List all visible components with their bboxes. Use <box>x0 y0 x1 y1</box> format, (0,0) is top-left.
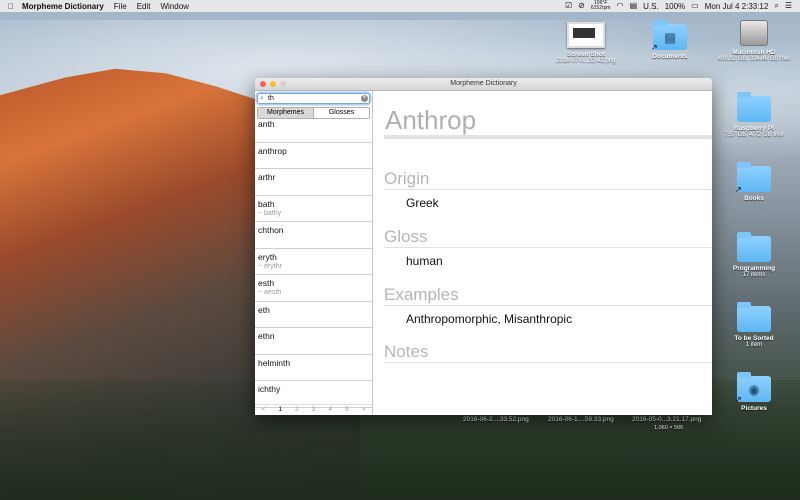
clear-search-icon[interactable]: × <box>361 95 368 102</box>
list-item[interactable]: arthr <box>255 169 372 196</box>
term-divider <box>384 135 712 139</box>
desktop-raspberry-pi[interactable]: Raspberry Pi 7.57 GB, 4.72 GB free <box>714 92 794 138</box>
term-heading: Anthrop <box>385 105 477 135</box>
pictures-folder-icon: ◉ ↗ <box>735 372 771 404</box>
search-value: th <box>268 95 274 102</box>
origin-value: Greek <box>406 196 439 210</box>
desktop-file-3[interactable]: 2016-05-0...3.21.17.png <box>632 416 701 423</box>
clock[interactable]: Mon Jul 4 2:33:12 <box>705 2 769 11</box>
list-item[interactable]: ethn <box>255 328 372 355</box>
examples-value: Anthropomorphic, Misanthropic <box>406 312 573 326</box>
list-item[interactable]: chthon <box>255 222 372 249</box>
rpm-readout: 6152rpm <box>590 5 611 11</box>
list-item[interactable]: bath ~ bathy <box>255 196 372 222</box>
minimize-window-button[interactable] <box>270 81 276 87</box>
desktop-file-1[interactable]: 2016-06-2....33.52.png <box>463 416 529 423</box>
desktop:  Morpheme Dictionary File Edit Window ☑… <box>0 0 800 500</box>
list-item[interactable]: esth ~ aesth <box>255 275 372 302</box>
wifi-icon[interactable]: ◠ <box>617 1 624 11</box>
examples-section: Examples Anthropomorphic, Misanthropic <box>384 285 712 326</box>
screenshot-thumbnail-icon <box>567 22 605 48</box>
desktop-file-2[interactable]: 2016-06-1....59.33.png <box>548 416 614 423</box>
morpheme-dictionary-window: Morpheme Dictionary ⌕ th × Morphemes Glo… <box>255 78 712 415</box>
list-item[interactable]: eth <box>255 302 372 328</box>
hard-drive-icon <box>740 20 768 46</box>
app-menu[interactable]: Morpheme Dictionary <box>22 2 104 11</box>
window-title: Morpheme Dictionary <box>450 80 517 87</box>
notes-section: Notes <box>384 342 712 369</box>
page-2-button[interactable]: 2 <box>295 405 299 415</box>
gloss-section: Gloss human <box>384 227 712 268</box>
window-titlebar[interactable]: Morpheme Dictionary <box>255 78 712 91</box>
origin-section: Origin Greek <box>384 169 712 210</box>
close-window-button[interactable] <box>260 81 266 87</box>
list-item[interactable]: helminth <box>255 355 372 381</box>
desktop-documents[interactable]: ▤ ↗ Documents <box>630 20 710 60</box>
origin-heading: Origin <box>384 169 712 190</box>
list-item[interactable]: anthrop <box>255 143 372 169</box>
desktop-file-3-dimensions: 1,060 × 506 <box>654 425 684 431</box>
search-icon: ⌕ <box>260 95 264 102</box>
drive-folder-icon <box>737 92 771 122</box>
page-1-button[interactable]: 1 <box>278 405 282 415</box>
examples-heading: Examples <box>384 285 712 306</box>
input-source[interactable]: U.S. <box>643 2 659 11</box>
zoom-window-button[interactable] <box>280 81 286 87</box>
battery-icon[interactable]: ▭ <box>691 1 699 11</box>
programming-folder-icon <box>737 232 771 262</box>
edit-menu[interactable]: Edit <box>137 2 151 11</box>
pagination: < 1 2 3 4 5 > <box>255 404 372 415</box>
desktop-pictures[interactable]: ◉ ↗ Pictures <box>714 372 794 412</box>
page-3-button[interactable]: 3 <box>312 405 316 415</box>
desktop-screenshot-file[interactable]: Screen Shot 2016-07-0...32.42.png <box>546 22 626 64</box>
temp-widget[interactable]: 106°F 6152rpm <box>591 1 611 11</box>
list-item[interactable]: eryth ~ erythr <box>255 249 372 275</box>
file-menu[interactable]: File <box>114 2 127 11</box>
to-be-sorted-folder-icon <box>737 302 771 332</box>
apple-menu-icon[interactable]:  <box>8 2 18 11</box>
books-folder-icon: ↗ <box>735 162 771 194</box>
desktop-books[interactable]: ↗ Books <box>714 162 794 202</box>
list-item[interactable]: anth <box>255 116 372 143</box>
page-5-button[interactable]: 5 <box>345 405 349 415</box>
desktop-to-be-sorted[interactable]: To be Sorted 1 item <box>714 302 794 348</box>
morpheme-list: anth anthrop arthr bath ~ bathy chthon er… <box>255 116 372 408</box>
battery-percent[interactable]: 100% <box>665 2 685 11</box>
notification-center-icon[interactable]: ☰ <box>785 1 792 11</box>
gloss-value: human <box>406 254 443 268</box>
desktop-macintosh-hd[interactable]: Macintosh HD 499.82 GB, 334.46 GB free <box>714 20 794 62</box>
detail-pane: Anthrop Origin Greek Gloss human Example… <box>373 91 712 415</box>
desktop-programming[interactable]: Programming 17 items <box>714 232 794 278</box>
prev-page-button[interactable]: < <box>262 405 266 415</box>
gloss-heading: Gloss <box>384 227 712 248</box>
morpheme-sidebar: ⌕ th × Morphemes Glosses anth anthrop ar… <box>255 91 373 415</box>
spotlight-icon[interactable]: ⌕ <box>774 1 778 11</box>
window-menu[interactable]: Window <box>160 2 188 11</box>
next-page-button[interactable]: > <box>362 405 366 415</box>
search-input[interactable]: ⌕ th × <box>257 93 370 104</box>
notes-heading: Notes <box>384 342 712 363</box>
page-4-button[interactable]: 4 <box>328 405 332 415</box>
flag-icon[interactable]: ▤ <box>630 1 638 11</box>
documents-folder-icon: ▤ ↗ <box>651 20 687 52</box>
checkmark-icon[interactable]: ☑ <box>565 1 572 11</box>
status-area: ☑ ⊘ 106°F 6152rpm ◠ ▤ U.S. 100% ▭ Mon Ju… <box>565 1 792 11</box>
menu-bar:  Morpheme Dictionary File Edit Window ☑… <box>0 0 800 12</box>
sync-icon[interactable]: ⊘ <box>578 1 585 11</box>
